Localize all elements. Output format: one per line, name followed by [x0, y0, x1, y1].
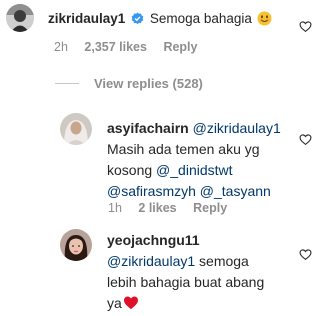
reply-text-line-1: Masih ada temen aku yg	[107, 141, 260, 157]
reply-2-username[interactable]: yeojachngu11	[107, 230, 264, 251]
reply-2-text-line-2: lebih bahagia buat abang	[107, 274, 265, 290]
avatar-zikridaulay1[interactable]	[6, 4, 34, 32]
mention-tasyann[interactable]: @_tasyann	[200, 183, 271, 199]
reply-likes[interactable]: 2 likes	[138, 201, 176, 215]
comment-username[interactable]: zikridaulay1	[48, 11, 125, 26]
heart-outline-icon[interactable]	[299, 133, 312, 151]
reply-text-line-2: kosong	[107, 162, 157, 178]
smiling-face-emoji	[257, 11, 272, 31]
reply-reply-button[interactable]: Reply	[193, 201, 227, 215]
mention-safirasmzyh[interactable]: @safirasmzyh	[107, 183, 196, 199]
comment-text-row: zikridaulay1 Semoga bahagia	[48, 10, 272, 31]
comment-reply-button[interactable]: Reply	[163, 40, 197, 54]
heart-outline-icon[interactable]	[299, 20, 312, 38]
reply-username[interactable]: asyifachairn	[107, 120, 189, 136]
comment-likes[interactable]: 2,357 likes	[84, 40, 147, 54]
view-replies-button[interactable]: View replies (528)	[94, 76, 203, 91]
view-replies-divider	[55, 83, 79, 84]
avatar-yeojachngu11[interactable]	[60, 229, 92, 261]
comment-meta: 2h 2,357 likes Reply	[54, 40, 210, 54]
reply-2-mention[interactable]: @zikridaulay1	[107, 253, 195, 269]
reply-2-text-line-3: ya	[107, 295, 122, 311]
avatar-asyifachairn[interactable]	[60, 113, 92, 145]
reply-text-block: asyifachairn @zikridaulay1 Masih ada tem…	[107, 118, 281, 202]
reply-meta: 1h 2 likes Reply	[108, 201, 240, 215]
comment-text: Semoga bahagia	[149, 11, 252, 26]
heart-outline-icon[interactable]	[299, 248, 312, 266]
reply-2-text-block: yeojachngu11 @zikridaulay1 semoga lebih …	[107, 230, 264, 316]
comment-time: 2h	[54, 40, 68, 54]
reply-2-text-line-1: semoga	[195, 253, 249, 269]
reply-mention[interactable]: @zikridaulay1	[193, 120, 281, 136]
reply-time: 1h	[108, 201, 122, 215]
red-heart-emoji	[123, 295, 139, 316]
mention-dinidstwt[interactable]: @_dinidstwt	[156, 162, 232, 178]
verified-badge-icon	[131, 12, 144, 30]
